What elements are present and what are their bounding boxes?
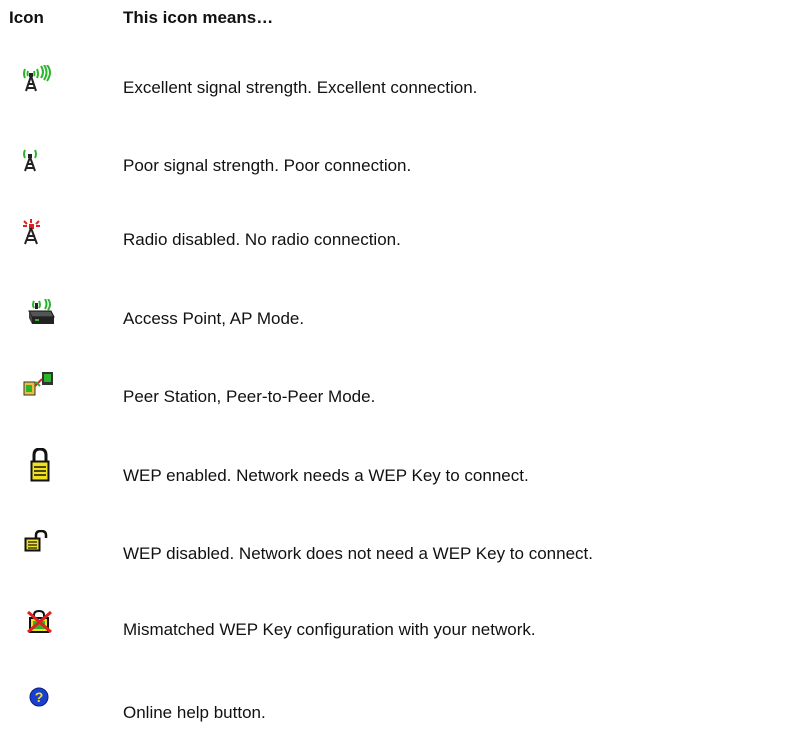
meaning-column-header: This icon means… [123, 8, 274, 27]
legend-row-radio-disabled: Radio disabled. No radio connection. [0, 218, 788, 258]
legend-text: Peer Station, Peer-to-Peer Mode. [123, 387, 376, 406]
legend-text: WEP enabled. Network needs a WEP Key to … [123, 466, 529, 485]
legend-row-excellent-signal: Excellent signal strength. Excellent con… [0, 64, 788, 104]
lock-open-icon [24, 530, 56, 562]
radio-disabled-icon [20, 218, 52, 250]
legend-text: Excellent signal strength. Excellent con… [123, 78, 478, 97]
legend-row-help: ? Online help button. [0, 687, 788, 727]
signal-poor-icon [22, 149, 54, 181]
legend-row-wep-disabled: WEP disabled. Network does not need a WE… [0, 528, 788, 568]
legend-header: Icon This icon means… [0, 8, 788, 30]
legend-text: WEP disabled. Network does not need a WE… [123, 544, 593, 563]
legend-text: Radio disabled. No radio connection. [123, 230, 401, 249]
access-point-icon [25, 299, 57, 331]
signal-excellent-icon [22, 65, 54, 97]
svg-text:?: ? [35, 689, 44, 705]
legend-text: Access Point, AP Mode. [123, 309, 305, 328]
legend-text: Mismatched WEP Key configuration with yo… [123, 620, 536, 639]
peer-station-icon [22, 370, 54, 402]
legend-row-wep-mismatch: Mismatched WEP Key configuration with yo… [0, 610, 788, 650]
legend-row-wep-enabled: WEP enabled. Network needs a WEP Key to … [0, 448, 788, 488]
lock-closed-icon [30, 448, 62, 482]
wep-mismatch-icon [26, 610, 58, 642]
icon-column-header: Icon [9, 8, 44, 27]
legend-text: Online help button. [123, 703, 266, 722]
help-icon: ? [29, 687, 61, 719]
legend-row-poor-signal: Poor signal strength. Poor connection. [0, 146, 788, 186]
legend-row-peer-station: Peer Station, Peer-to-Peer Mode. [0, 370, 788, 410]
legend-row-access-point: Access Point, AP Mode. [0, 298, 788, 338]
legend-text: Poor signal strength. Poor connection. [123, 156, 412, 175]
